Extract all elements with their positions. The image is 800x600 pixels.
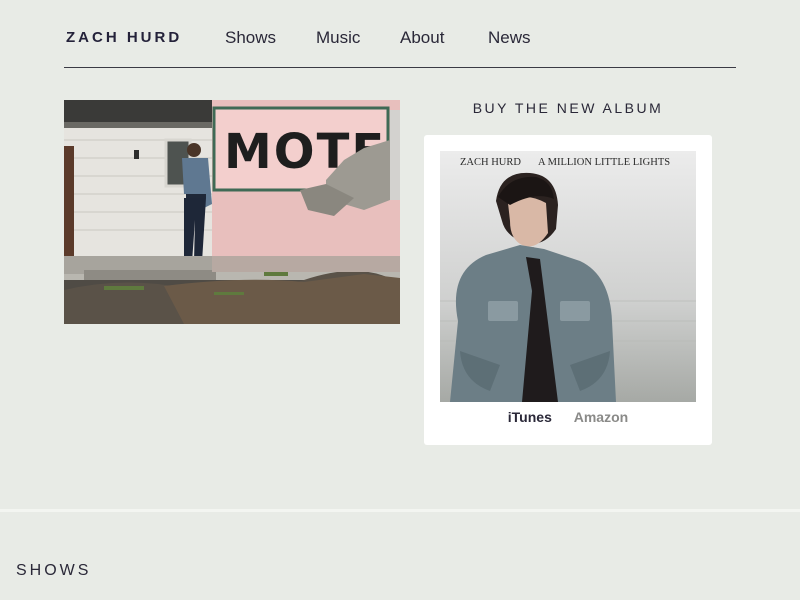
top-nav: ZACH HURD Shows Music About News [64, 0, 736, 68]
album-cover[interactable]: ZACH HURD A MILLION LITTLE LIGHTS [440, 151, 696, 402]
buy-album-heading: BUY THE NEW ALBUM [472, 100, 664, 116]
hero-photo: MOTEL [64, 100, 400, 324]
brand-logo[interactable]: ZACH HURD [66, 29, 182, 46]
section-divider [0, 509, 800, 512]
cover-artist-text: ZACH HURD [460, 157, 521, 168]
cover-title-text: A MILLION LITTLE LIGHTS [538, 157, 670, 168]
nav-about[interactable]: About [400, 28, 444, 48]
nav-shows[interactable]: Shows [225, 28, 276, 48]
nav-music[interactable]: Music [316, 28, 360, 48]
nav-news[interactable]: News [488, 28, 531, 48]
store-links: iTunes Amazon [424, 409, 712, 425]
shows-heading: SHOWS [16, 562, 92, 579]
amazon-link[interactable]: Amazon [574, 409, 628, 425]
itunes-link[interactable]: iTunes [508, 409, 552, 425]
album-card: ZACH HURD A MILLION LITTLE LIGHTS iTunes… [424, 135, 712, 445]
